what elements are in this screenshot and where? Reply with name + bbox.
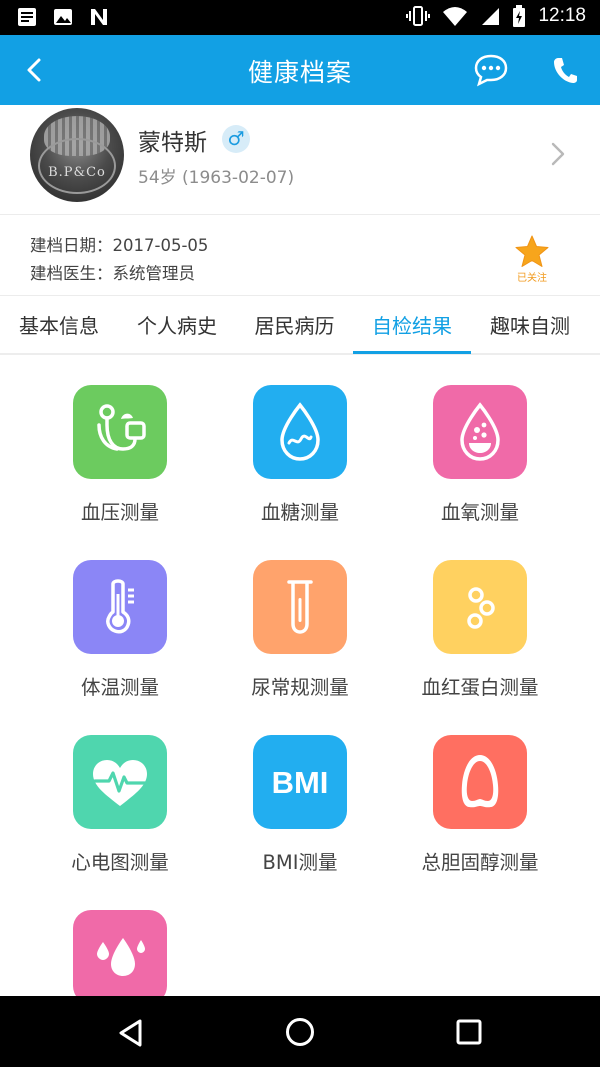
home-circle-icon[interactable] [284, 1016, 316, 1048]
test-label: 心电图测量 [71, 851, 169, 874]
follow-button[interactable]: 已关注 [510, 232, 554, 284]
drops-icon [97, 938, 145, 976]
ecg-tile [73, 735, 167, 829]
vibrate-icon [406, 6, 431, 26]
test-label: 血红蛋白测量 [421, 676, 539, 699]
notification-doc-icon [18, 8, 36, 26]
back-triangle-icon[interactable] [116, 1018, 146, 1048]
oxygen-drop-icon [460, 402, 500, 461]
test-label: 尿常规测量 [251, 676, 349, 699]
record-doctor: 建档医生：系统管理员 [30, 264, 195, 283]
patient-name: 蒙特斯 [138, 130, 207, 156]
test-item-blood-oxygen[interactable]: 血氧测量 [390, 356, 570, 531]
cholesterol-icon [461, 755, 499, 808]
blood-drop-icon [280, 402, 320, 461]
age-birthdate: 54岁 (1963-02-07) [138, 168, 295, 188]
battery-icon [513, 5, 526, 27]
avatar: B.P&Co [30, 108, 124, 202]
notification-image-icon [54, 9, 72, 25]
bmi-tile: BMI [253, 735, 347, 829]
test-item-cholesterol[interactable]: 总胆固醇测量 [390, 706, 570, 881]
clock: 12:18 [538, 5, 586, 26]
test-label: 血压测量 [80, 501, 159, 524]
test-item-ecg[interactable]: 心电图测量 [30, 706, 210, 881]
test-item-drops[interactable] [30, 881, 210, 996]
temperature-tile [73, 560, 167, 654]
bmi-icon: BMI [272, 765, 329, 800]
test-label: 总胆固醇测量 [421, 851, 539, 874]
test-item-bmi[interactable]: BMI BMI测量 [210, 706, 390, 881]
blood-oxygen-tile [433, 385, 527, 479]
stethoscope-icon [97, 404, 146, 451]
male-gender-icon: ♂ [222, 125, 250, 153]
tab-bar: 基本信息 个人病史 居民病历 自检结果 趣味自测 [0, 297, 600, 355]
recents-square-icon[interactable] [455, 1018, 483, 1046]
heart-ecg-icon [93, 760, 147, 806]
cholesterol-tile [433, 735, 527, 829]
tab-basic-info[interactable]: 基本信息 [0, 297, 118, 355]
test-label: 血糖测量 [260, 501, 339, 524]
svg-text:BMI: BMI [272, 765, 329, 800]
hemoglobin-tile [433, 560, 527, 654]
tab-self-test-results[interactable]: 自检结果 [353, 297, 471, 355]
test-item-blood-pressure[interactable]: 血压测量 [30, 356, 210, 531]
tab-personal-history[interactable]: 个人病史 [118, 297, 236, 355]
tab-fun-self-test[interactable]: 趣味自测 [471, 297, 589, 355]
test-label: 体温测量 [80, 676, 159, 699]
self-test-grid: 血压测量 血糖测量 血氧测量 体温测量 尿常规测量 血红蛋白测量 心电图测量 B… [0, 356, 600, 996]
test-label: 血氧测量 [440, 501, 519, 524]
blood-sugar-tile [253, 385, 347, 479]
drops-tile [73, 910, 167, 996]
chat-bubble-icon[interactable] [473, 53, 509, 87]
app-bar: 健康档案 [0, 35, 600, 105]
chevron-right-icon [551, 142, 565, 166]
test-tube-icon [287, 580, 313, 634]
record-meta: 建档日期：2017-05-05 建档医生：系统管理员 已关注 [0, 216, 600, 296]
profile-card[interactable]: B.P&Co 蒙特斯 ♂ 54岁 (1963-02-07) [0, 105, 600, 215]
star-icon [515, 235, 549, 267]
system-nav-bar [0, 996, 600, 1067]
notification-n-icon [91, 9, 107, 25]
thermometer-icon [106, 579, 134, 634]
hemoglobin-icon [467, 587, 495, 629]
active-tab-indicator [353, 351, 471, 354]
test-item-urine[interactable]: 尿常规测量 [210, 531, 390, 706]
test-item-blood-sugar[interactable]: 血糖测量 [210, 356, 390, 531]
signal-icon [482, 8, 500, 25]
record-date: 建档日期：2017-05-05 [30, 236, 209, 255]
page-title: 健康档案 [247, 58, 352, 87]
urine-tile [253, 560, 347, 654]
test-item-temperature[interactable]: 体温测量 [30, 531, 210, 706]
follow-label: 已关注 [517, 273, 547, 284]
blood-pressure-tile [73, 385, 167, 479]
wifi-icon [443, 7, 468, 26]
tab-medical-records[interactable]: 居民病历 [236, 297, 353, 355]
phone-icon[interactable] [552, 56, 578, 84]
status-bar: 12:18 [0, 0, 600, 35]
test-item-hemoglobin[interactable]: 血红蛋白测量 [390, 531, 570, 706]
test-label: BMI测量 [262, 851, 338, 874]
